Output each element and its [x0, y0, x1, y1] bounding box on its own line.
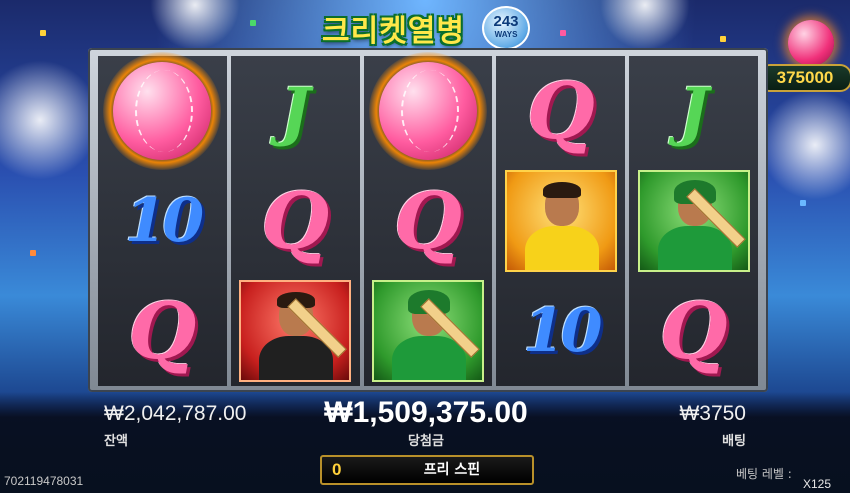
bet-level-value: X125 — [803, 477, 832, 491]
yellow-captain-icon — [504, 170, 617, 272]
free-spins-counter: 0 프리 스핀 — [320, 455, 534, 485]
symbol-q: Q — [629, 276, 758, 386]
symbol-red-batsman — [231, 276, 360, 386]
free-spins-label: 프리 스핀 — [423, 462, 481, 478]
symbol-q: Q — [496, 56, 625, 166]
symbol-j: J — [231, 56, 360, 166]
session-id: 702119478031 — [4, 474, 84, 488]
symbol-text: Q — [394, 175, 462, 267]
confetti — [40, 30, 46, 36]
symbol-text: Q — [128, 285, 197, 377]
stadium-light — [760, 90, 850, 200]
green-batsman-icon — [637, 170, 750, 272]
confetti — [800, 200, 806, 206]
symbol-text: J — [678, 73, 709, 149]
symbol-text: J — [280, 73, 311, 149]
bet-label: 배팅 — [722, 434, 746, 449]
symbol-text: 10 — [124, 186, 204, 256]
reel-2: JQ — [230, 56, 360, 386]
reel-4: Q 10 — [496, 56, 626, 386]
symbol-j: J — [629, 56, 758, 166]
symbol-text: 10 — [523, 296, 602, 366]
confetti — [30, 250, 36, 256]
confetti — [560, 30, 566, 36]
free-spins-count: 0 — [332, 460, 342, 479]
reel-5: JQ — [629, 56, 758, 386]
confetti — [720, 36, 726, 42]
reel-1: 10 Q — [98, 52, 227, 386]
symbol-yellow-captain — [496, 166, 625, 276]
symbol-cricket-ball — [364, 52, 493, 170]
symbol-10: 10 — [98, 166, 227, 276]
confetti — [250, 20, 256, 26]
stadium-light — [0, 60, 100, 180]
symbol-green-batsman — [629, 166, 758, 276]
symbol-cricket-ball — [98, 52, 227, 170]
symbol-q: Q — [364, 166, 493, 276]
symbol-q: Q — [98, 276, 227, 386]
reel-3: Q — [363, 52, 493, 386]
jackpot-ball-icon — [788, 20, 834, 66]
ways-number: 243 — [493, 13, 519, 30]
logo-title: 크리켓열병 — [322, 14, 465, 49]
symbol-text: Q — [261, 175, 330, 267]
bet-level-label: 베팅 레벨 : — [736, 467, 792, 481]
symbol-text: Q — [659, 285, 728, 377]
symbol-q: Q — [231, 166, 360, 276]
stadium-light — [150, 0, 240, 50]
cricket-ball-icon — [368, 52, 487, 170]
symbol-10: 10 — [496, 276, 625, 386]
symbol-green-batsman — [364, 276, 493, 386]
game-logo: 크리켓열병 243 WAYS — [322, 2, 532, 50]
symbol-text: Q — [526, 65, 595, 157]
ways-badge: 243 WAYS — [482, 6, 530, 50]
balance-value: ₩2,042,787.00 — [104, 402, 247, 425]
red-batsman-icon — [239, 280, 352, 382]
cricket-ball-icon — [103, 52, 222, 170]
balance-label: 잔액 — [104, 434, 128, 449]
green-batsman-icon — [371, 280, 484, 382]
reel-grid: 10 Q J Q Q Q 10 J Q — [98, 52, 758, 386]
jackpot-value: 375000 — [758, 64, 850, 92]
win-label: 당첨금 — [408, 434, 444, 449]
ways-label: WAYS — [494, 30, 518, 39]
stadium-light — [600, 0, 690, 50]
win-value: ₩1,509,375.00 — [324, 396, 528, 429]
bet-value[interactable]: ₩3750 — [600, 402, 746, 426]
